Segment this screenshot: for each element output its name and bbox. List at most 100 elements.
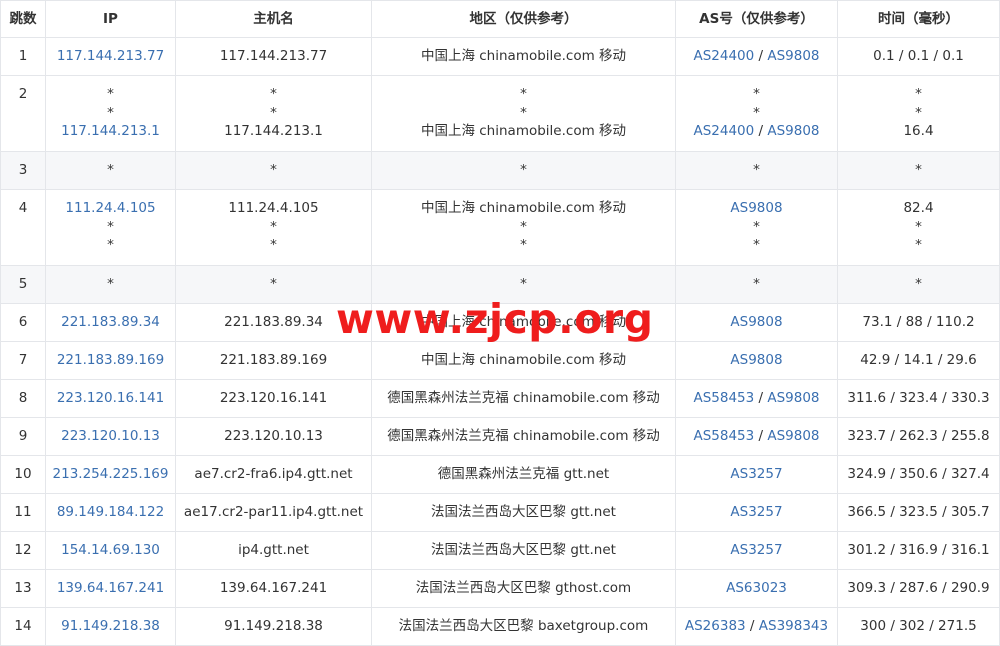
host-line: * bbox=[176, 275, 371, 294]
region-text: 中国上海 chinamobile.com 移动 bbox=[420, 48, 627, 64]
host-text: 221.183.89.34 bbox=[224, 314, 323, 330]
ip-link[interactable]: 221.183.89.169 bbox=[57, 352, 164, 368]
host-cell: 117.144.213.77 bbox=[175, 37, 372, 76]
region-line: * bbox=[372, 104, 675, 123]
host-text: ip4.gtt.net bbox=[238, 542, 309, 558]
region-cell: 中国上海 chinamobile.com 移动 bbox=[371, 341, 676, 380]
time-cell: 82.4 * * bbox=[837, 189, 1000, 266]
ip-link[interactable]: 89.149.184.122 bbox=[57, 504, 164, 520]
region-cell: 德国黑森州法兰克福 chinamobile.com 移动 bbox=[371, 417, 676, 456]
region-line: 德国黑森州法兰克福 chinamobile.com 移动 bbox=[372, 389, 675, 408]
as-link[interactable]: AS9808 bbox=[767, 123, 819, 139]
time-text: 82.4 bbox=[903, 200, 934, 216]
as-link[interactable]: AS9808 bbox=[730, 200, 782, 216]
region-line: * bbox=[372, 236, 675, 255]
host-cell: ae17.cr2-par11.ip4.gtt.net bbox=[175, 493, 372, 532]
ip-cell: 213.254.225.169 bbox=[45, 455, 176, 494]
as-link[interactable]: AS9808 bbox=[730, 352, 782, 368]
header-as: AS号（仅供参考） bbox=[675, 0, 838, 38]
time-line: 16.4 bbox=[838, 122, 999, 141]
ip-line: 213.254.225.169 bbox=[46, 465, 175, 484]
host-line: 221.183.89.169 bbox=[176, 351, 371, 370]
hop-number: 11 bbox=[14, 504, 32, 520]
ip-text: * bbox=[107, 86, 114, 102]
time-cell: 301.2 / 316.9 / 316.1 bbox=[837, 531, 1000, 570]
time-cell: 42.9 / 14.1 / 29.6 bbox=[837, 341, 1000, 380]
time-text: 309.3 / 287.6 / 290.9 bbox=[847, 580, 990, 596]
as-link[interactable]: AS3257 bbox=[730, 542, 782, 558]
ip-link[interactable]: 117.144.213.1 bbox=[61, 123, 160, 139]
time-text: * bbox=[915, 218, 922, 235]
ip-link[interactable]: 139.64.167.241 bbox=[57, 580, 164, 596]
hop-cell: 5 bbox=[0, 265, 46, 304]
time-text: 73.1 / 88 / 110.2 bbox=[862, 314, 975, 330]
table-row: 10 213.254.225.169 ae7.cr2-fra6.ip4.gtt.ne… bbox=[0, 455, 1000, 494]
region-text: * bbox=[520, 276, 527, 292]
host-line: * bbox=[176, 85, 371, 104]
ip-cell: 111.24.4.105 * * bbox=[45, 189, 176, 266]
as-line: AS9808 bbox=[676, 351, 837, 370]
as-link[interactable]: AS3257 bbox=[730, 504, 782, 520]
region-text: * bbox=[520, 237, 527, 253]
as-link[interactable]: AS63023 bbox=[726, 580, 787, 596]
time-line: 301.2 / 316.9 / 316.1 bbox=[838, 541, 999, 560]
host-text: 221.183.89.169 bbox=[219, 352, 328, 368]
time-cell: 0.1 / 0.1 / 0.1 bbox=[837, 37, 1000, 76]
region-line: * bbox=[372, 85, 675, 104]
ip-link[interactable]: 91.149.218.38 bbox=[61, 618, 160, 634]
as-placeholder: * bbox=[753, 237, 760, 253]
host-line: * bbox=[176, 218, 371, 237]
as-link[interactable]: AS398343 bbox=[759, 618, 828, 634]
ip-link[interactable]: 223.120.10.13 bbox=[61, 428, 160, 444]
as-link[interactable]: AS26383 bbox=[685, 618, 746, 634]
ip-line: 89.149.184.122 bbox=[46, 503, 175, 522]
region-line: 中国上海 chinamobile.com 移动 bbox=[372, 122, 675, 141]
time-text: * bbox=[915, 104, 922, 121]
as-cell: * bbox=[675, 151, 838, 190]
ip-link[interactable]: 213.254.225.169 bbox=[53, 466, 169, 482]
time-line: 366.5 / 323.5 / 305.7 bbox=[838, 503, 999, 522]
hop-number: 12 bbox=[14, 542, 32, 558]
as-link[interactable]: AS9808 bbox=[767, 428, 819, 444]
ip-link[interactable]: 111.24.4.105 bbox=[65, 200, 155, 216]
host-text: ae17.cr2-par11.ip4.gtt.net bbox=[183, 504, 364, 520]
host-text: * bbox=[270, 162, 277, 178]
region-line: * bbox=[372, 218, 675, 237]
as-line: * bbox=[676, 275, 837, 294]
as-link[interactable]: AS58453 bbox=[693, 428, 754, 444]
hop-number: 14 bbox=[14, 618, 32, 634]
ip-link[interactable]: 117.144.213.77 bbox=[57, 48, 164, 64]
as-link[interactable]: AS9808 bbox=[767, 390, 819, 406]
ip-link[interactable]: 154.14.69.130 bbox=[61, 542, 160, 558]
as-placeholder: * bbox=[753, 86, 760, 102]
as-link[interactable]: AS9808 bbox=[767, 48, 819, 64]
as-cell: AS26383 / AS398343 bbox=[675, 607, 838, 646]
ip-link[interactable]: 221.183.89.34 bbox=[61, 314, 160, 330]
ip-text: * bbox=[107, 162, 114, 178]
as-placeholder: * bbox=[753, 162, 760, 178]
region-line: 中国上海 chinamobile.com 移动 bbox=[372, 199, 675, 218]
hop-number: 1 bbox=[18, 48, 28, 64]
host-text: * bbox=[270, 276, 277, 292]
ip-link[interactable]: 223.120.16.141 bbox=[57, 390, 164, 406]
hop-number: 8 bbox=[18, 390, 28, 406]
host-line: 117.144.213.1 bbox=[176, 122, 371, 141]
as-link[interactable]: AS58453 bbox=[693, 390, 754, 406]
time-line: 73.1 / 88 / 110.2 bbox=[838, 313, 999, 332]
host-cell: * * 117.144.213.1 bbox=[175, 75, 372, 152]
ip-line: * bbox=[46, 236, 175, 255]
host-line: 139.64.167.241 bbox=[176, 579, 371, 598]
host-cell: ip4.gtt.net bbox=[175, 531, 372, 570]
hop-number: 13 bbox=[14, 580, 32, 596]
as-link[interactable]: AS24400 bbox=[693, 48, 754, 64]
as-link[interactable]: AS9808 bbox=[730, 314, 782, 330]
time-cell: 324.9 / 350.6 / 327.4 bbox=[837, 455, 1000, 494]
time-text: * bbox=[915, 86, 922, 102]
time-text: 323.7 / 262.3 / 255.8 bbox=[847, 428, 990, 444]
as-link[interactable]: AS3257 bbox=[730, 466, 782, 482]
table-row: 1 117.144.213.77 117.144.213.77 中国上海 chinam… bbox=[0, 37, 1000, 76]
table-row: 11 89.149.184.122 ae17.cr2-par11.ip4.gtt.n… bbox=[0, 493, 1000, 532]
host-line: 91.149.218.38 bbox=[176, 617, 371, 636]
hop-number: 5 bbox=[18, 276, 28, 292]
as-link[interactable]: AS24400 bbox=[693, 123, 754, 139]
